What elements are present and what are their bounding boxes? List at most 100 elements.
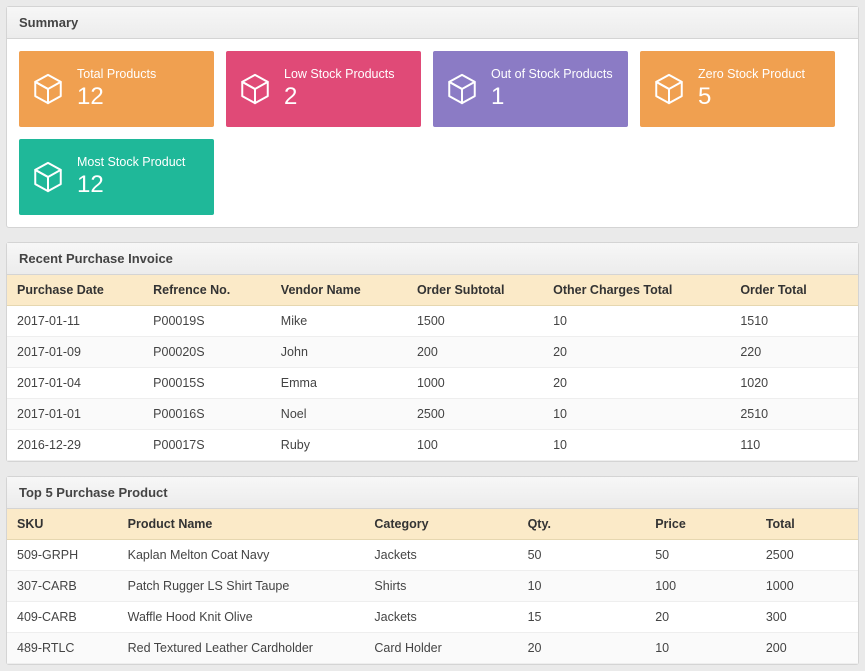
column-header[interactable]: Refrence No. [143,275,271,306]
column-header[interactable]: Qty. [518,509,646,540]
table-cell: 110 [730,430,858,461]
table-cell: 2017-01-11 [7,306,143,337]
table-cell: Patch Rugger LS Shirt Taupe [118,571,365,602]
table-cell: P00015S [143,368,271,399]
table-cell: 509-GRPH [7,540,118,571]
table-cell: P00017S [143,430,271,461]
table-row[interactable]: 2017-01-04P00015SEmma1000201020 [7,368,858,399]
table-row[interactable]: 2017-01-09P00020SJohn20020220 [7,337,858,368]
table-cell: 50 [645,540,756,571]
cube-icon [19,160,77,194]
cube-icon [226,72,284,106]
table-cell: Waffle Hood Knit Olive [118,602,365,633]
table-cell: 20 [645,602,756,633]
card-label: Low Stock Products [284,67,413,81]
table-row[interactable]: 489-RTLCRed Textured Leather CardholderC… [7,633,858,664]
recent-invoice-title: Recent Purchase Invoice [19,251,173,266]
table-cell: Shirts [364,571,517,602]
table-cell: 100 [407,430,543,461]
column-header[interactable]: Purchase Date [7,275,143,306]
table-cell: 20 [543,368,730,399]
table-cell: 1500 [407,306,543,337]
table-cell: 10 [645,633,756,664]
table-cell: Kaplan Melton Coat Navy [118,540,365,571]
column-header[interactable]: SKU [7,509,118,540]
column-header[interactable]: Other Charges Total [543,275,730,306]
card-value: 1 [491,83,620,111]
table-cell: John [271,337,407,368]
column-header[interactable]: Order Subtotal [407,275,543,306]
table-cell: 2510 [730,399,858,430]
table-cell: 20 [518,633,646,664]
table-cell: 1510 [730,306,858,337]
card-value: 5 [698,83,827,111]
table-cell: 2500 [407,399,543,430]
recent-invoice-table: Purchase DateRefrence No.Vendor NameOrde… [7,275,858,461]
table-cell: Mike [271,306,407,337]
table-cell: 200 [756,633,858,664]
table-cell: Jackets [364,540,517,571]
table-row[interactable]: 2016-12-29P00017SRuby10010110 [7,430,858,461]
summary-card[interactable]: Most Stock Product 12 [19,139,214,215]
card-value: 12 [77,171,206,199]
table-cell: Jackets [364,602,517,633]
table-cell: Card Holder [364,633,517,664]
table-cell: Ruby [271,430,407,461]
summary-card[interactable]: Total Products12 [19,51,214,127]
table-cell: 20 [543,337,730,368]
column-header[interactable]: Category [364,509,517,540]
table-cell: 1000 [756,571,858,602]
table-row[interactable]: 2017-01-11P00019SMike1500101510 [7,306,858,337]
table-cell: 220 [730,337,858,368]
card-label: Total Products [77,67,206,81]
table-cell: 100 [645,571,756,602]
table-cell: 2016-12-29 [7,430,143,461]
table-cell: 2017-01-01 [7,399,143,430]
card-value: 2 [284,83,413,111]
column-header[interactable]: Order Total [730,275,858,306]
cube-icon [640,72,698,106]
table-cell: 409-CARB [7,602,118,633]
table-cell: 10 [543,430,730,461]
summary-card[interactable]: Zero Stock Product 5 [640,51,835,127]
top-products-header: Top 5 Purchase Product [7,477,858,509]
table-row[interactable]: 409-CARBWaffle Hood Knit OliveJackets152… [7,602,858,633]
table-cell: 10 [543,306,730,337]
column-header[interactable]: Vendor Name [271,275,407,306]
top-products-table: SKUProduct NameCategoryQty.PriceTotal 50… [7,509,858,664]
table-cell: 307-CARB [7,571,118,602]
table-cell: P00016S [143,399,271,430]
column-header[interactable]: Price [645,509,756,540]
summary-card[interactable]: Out of Stock Products 1 [433,51,628,127]
table-cell: 1000 [407,368,543,399]
table-cell: 300 [756,602,858,633]
table-cell: 10 [543,399,730,430]
table-cell: P00020S [143,337,271,368]
table-cell: Emma [271,368,407,399]
table-cell: P00019S [143,306,271,337]
summary-panel: Summary Total Products12Low Stock Produc… [6,6,859,228]
summary-body: Total Products12Low Stock Products2Out o… [7,39,858,227]
table-cell: Noel [271,399,407,430]
summary-cards: Total Products12Low Stock Products2Out o… [19,51,846,215]
recent-invoice-header: Recent Purchase Invoice [7,243,858,275]
column-header[interactable]: Total [756,509,858,540]
recent-invoice-panel: Recent Purchase Invoice Purchase DateRef… [6,242,859,462]
table-row[interactable]: 509-GRPHKaplan Melton Coat NavyJackets50… [7,540,858,571]
cube-icon [19,72,77,106]
table-cell: 1020 [730,368,858,399]
table-cell: 2500 [756,540,858,571]
cube-icon [433,72,491,106]
table-cell: 2017-01-04 [7,368,143,399]
table-row[interactable]: 2017-01-01P00016SNoel2500102510 [7,399,858,430]
table-cell: 489-RTLC [7,633,118,664]
summary-header: Summary [7,7,858,39]
table-row[interactable]: 307-CARBPatch Rugger LS Shirt TaupeShirt… [7,571,858,602]
card-label: Zero Stock Product [698,67,827,81]
top-products-title: Top 5 Purchase Product [19,485,168,500]
card-label: Most Stock Product [77,155,206,169]
summary-card[interactable]: Low Stock Products 2 [226,51,421,127]
table-cell: 50 [518,540,646,571]
column-header[interactable]: Product Name [118,509,365,540]
card-label: Out of Stock Products [491,67,620,81]
